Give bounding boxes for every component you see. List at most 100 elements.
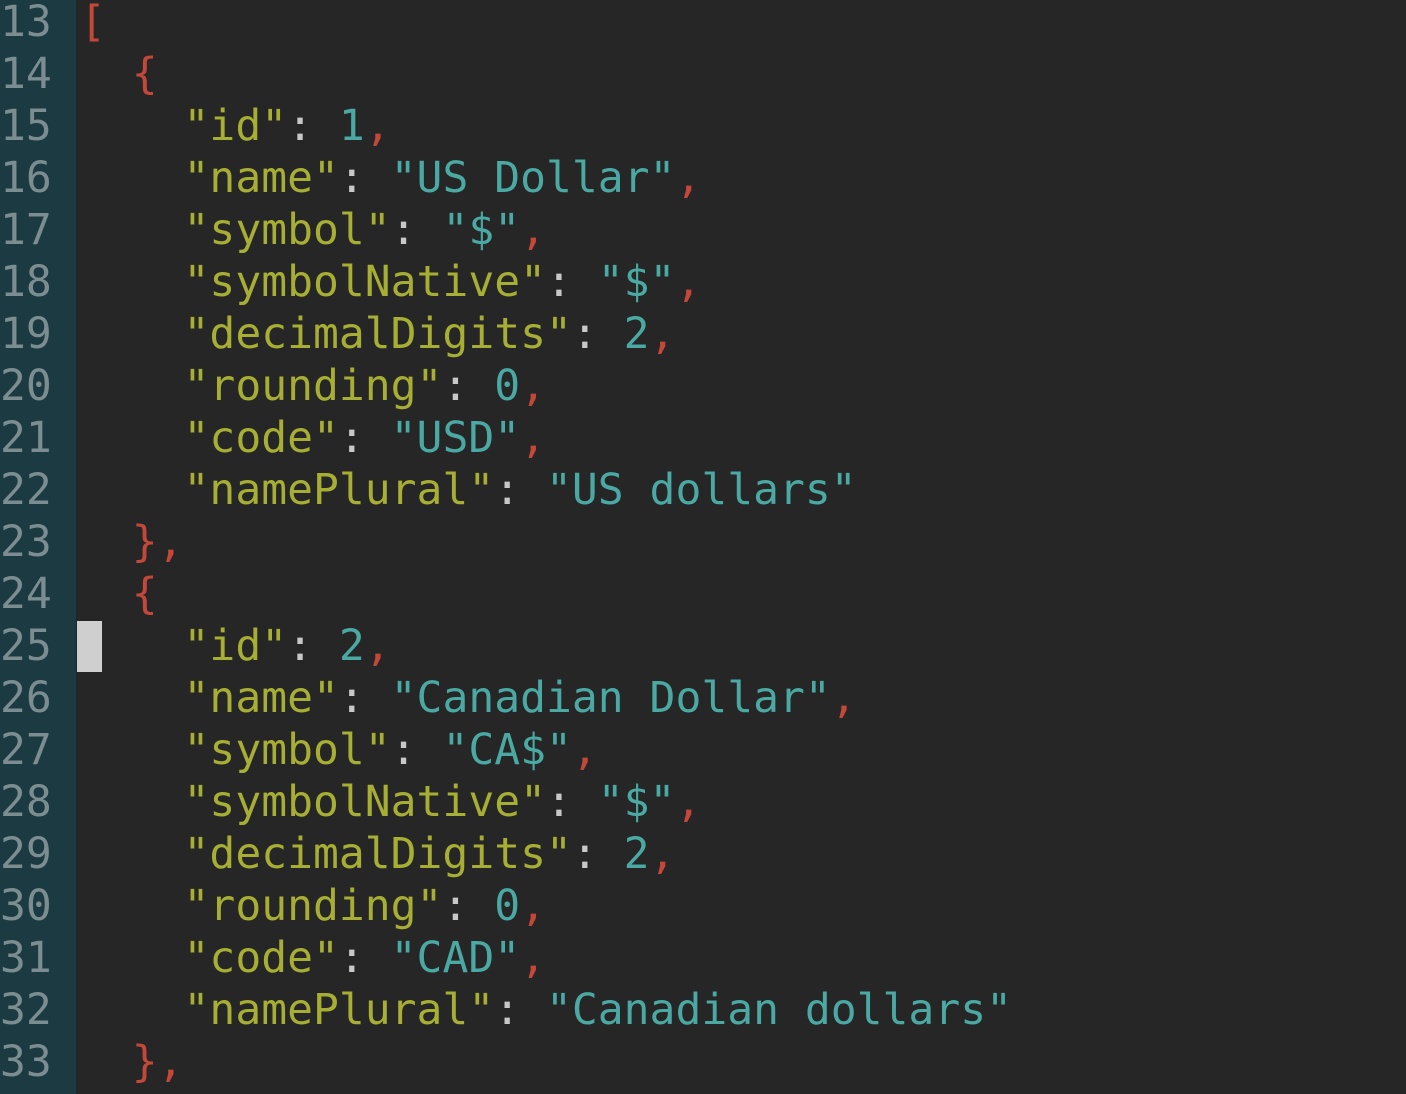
text-cursor: [77, 621, 102, 672]
line-code: },: [80, 516, 184, 568]
code-line[interactable]: 31 "code": "CAD",: [0, 932, 1406, 984]
line-code: "rounding": 0,: [80, 360, 546, 412]
code-line[interactable]: 18 "symbolNative": "$",: [0, 256, 1406, 308]
code-line[interactable]: 23},: [0, 516, 1406, 568]
json-colon: :: [545, 257, 598, 307]
line-code: "symbol": "CA$",: [80, 724, 598, 776]
code-line[interactable]: 16 "name": "US Dollar",: [0, 152, 1406, 204]
code-line[interactable]: 13 [: [0, 0, 1406, 48]
json-number-value: 2: [623, 829, 650, 879]
json-colon: :: [338, 933, 391, 983]
line-number: 31: [0, 933, 52, 983]
json-key: "symbol": [183, 725, 391, 775]
line-code: [: [80, 0, 106, 48]
json-colon: :: [545, 777, 598, 827]
json-string-value: "US Dollar": [390, 153, 676, 203]
line-code: {: [80, 48, 158, 100]
code-line[interactable]: 17 "symbol": "$",: [0, 204, 1406, 256]
json-punctuation: ,: [649, 309, 676, 359]
json-punctuation: ,: [571, 725, 598, 775]
line-number: 29: [0, 829, 52, 879]
json-punctuation: ,: [675, 153, 702, 203]
line-code: "decimalDigits": 2,: [80, 308, 676, 360]
json-colon: :: [287, 101, 339, 151]
line-number: 20: [0, 361, 52, 411]
code-line[interactable]: 22 "namePlural": "US dollars": [0, 464, 1406, 516]
line-code: "rounding": 0,: [80, 880, 546, 932]
line-code: "id": 1,: [80, 100, 391, 152]
code-line[interactable]: 21 "code": "USD",: [0, 412, 1406, 464]
json-string-value: "US dollars": [546, 465, 857, 515]
line-code: "code": "CAD",: [80, 932, 546, 984]
json-number-value: 1: [338, 101, 365, 151]
json-number-value: 0: [494, 361, 521, 411]
json-punctuation: ,: [675, 257, 702, 307]
line-code: },: [80, 1036, 184, 1088]
line-number: 14: [0, 49, 52, 99]
code-line[interactable]: 14 {: [0, 48, 1406, 100]
json-key: "symbolNative": [183, 777, 546, 827]
json-colon: :: [442, 881, 495, 931]
json-punctuation: [: [80, 0, 106, 47]
code-line[interactable]: 33},: [0, 1036, 1406, 1088]
json-punctuation: ,: [520, 881, 546, 931]
line-number: 21: [0, 413, 52, 463]
line-code: "namePlural": "US dollars": [80, 464, 857, 516]
json-punctuation: ,: [649, 829, 676, 879]
line-number: 17: [0, 205, 52, 255]
json-key: "code": [183, 413, 339, 463]
json-number-value: 2: [338, 621, 365, 671]
line-code: "symbolNative": "$",: [80, 256, 702, 308]
line-code: {: [80, 568, 158, 620]
json-key: "namePlural": [183, 985, 495, 1035]
json-key: "decimalDigits": [183, 309, 572, 359]
json-string-value: "$": [597, 257, 676, 307]
code-line[interactable]: 26 "name": "Canadian Dollar",: [0, 672, 1406, 724]
code-line[interactable]: 27 "symbol": "CA$",: [0, 724, 1406, 776]
code-line[interactable]: 15 "id": 1,: [0, 100, 1406, 152]
code-editor[interactable]: 13[14{15 "id": 1, 16 "name": "US Dollar", 17…: [0, 0, 1406, 1094]
json-number-value: 0: [494, 881, 521, 931]
code-line[interactable]: 29 "decimalDigits": 2,: [0, 828, 1406, 880]
json-string-value: "$": [597, 777, 676, 827]
json-colon: :: [494, 985, 546, 1035]
json-string-value: "USD": [390, 413, 521, 463]
json-number-value: 2: [623, 309, 650, 359]
json-punctuation: ,: [364, 101, 391, 151]
line-number: 16: [0, 153, 52, 203]
line-number: 18: [0, 257, 52, 307]
json-colon: :: [390, 205, 443, 255]
line-code: "symbol": "$",: [80, 204, 546, 256]
line-number: 26: [0, 673, 52, 723]
line-number: 30: [0, 881, 52, 931]
json-punctuation: {: [131, 49, 158, 99]
json-punctuation: },: [131, 517, 184, 567]
line-number: 13: [0, 0, 52, 47]
json-key: "rounding": [183, 361, 443, 411]
json-colon: :: [287, 621, 339, 671]
json-string-value: "CA$": [442, 725, 572, 775]
code-line[interactable]: 20 "rounding": 0,: [0, 360, 1406, 412]
line-code: "symbolNative": "$",: [80, 776, 702, 828]
line-code: "name": "Canadian Dollar",: [80, 672, 857, 724]
json-string-value: "Canadian Dollar": [390, 673, 831, 723]
line-number: 32: [0, 985, 52, 1035]
code-line[interactable]: 30 "rounding": 0,: [0, 880, 1406, 932]
json-key: "symbolNative": [183, 257, 546, 307]
json-key: "id": [183, 101, 288, 151]
json-string-value: "CAD": [390, 933, 521, 983]
code-line[interactable]: 32 "namePlural": "Canadian dollars": [0, 984, 1406, 1036]
code-line[interactable]: 24 {: [0, 568, 1406, 620]
line-number: 33: [0, 1037, 52, 1087]
json-key: "name": [183, 673, 339, 723]
json-colon: :: [571, 829, 624, 879]
line-code: "name": "US Dollar",: [80, 152, 702, 204]
code-line[interactable]: 19 "decimalDigits": 2,: [0, 308, 1406, 360]
code-line[interactable]: 25 "id": 2,: [0, 620, 1406, 672]
line-number: 23: [0, 517, 52, 567]
line-number: 15: [0, 101, 52, 151]
json-string-value: "$": [442, 205, 521, 255]
json-colon: :: [494, 465, 546, 515]
json-punctuation: },: [131, 1037, 184, 1087]
code-line[interactable]: 28 "symbolNative": "$",: [0, 776, 1406, 828]
